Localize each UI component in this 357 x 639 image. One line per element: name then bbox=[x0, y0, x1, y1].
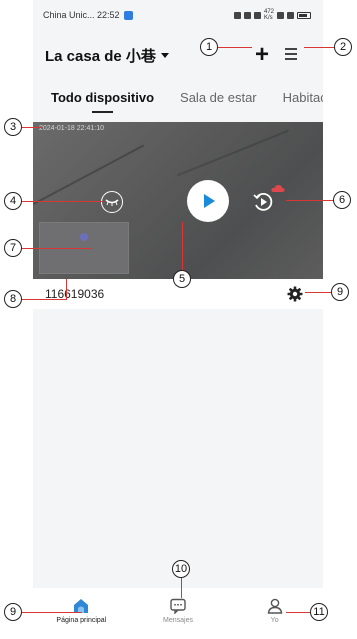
callout-line bbox=[22, 201, 103, 202]
menu-icon-bar bbox=[285, 58, 297, 60]
callout-3: 3 bbox=[4, 118, 22, 136]
callout-11: 11 bbox=[310, 603, 328, 621]
carrier-time: China Unic... 22:52 bbox=[43, 10, 120, 20]
callout-line bbox=[286, 612, 310, 613]
replay-icon bbox=[253, 192, 273, 211]
tab-bedroom[interactable]: Habitac bbox=[283, 90, 323, 105]
cover-dot bbox=[80, 233, 88, 241]
play-icon bbox=[204, 194, 215, 208]
nav-home[interactable]: Página principal bbox=[41, 598, 121, 624]
home-selector[interactable]: La casa de 小巷 bbox=[45, 45, 169, 66]
cloud-storage-icon[interactable] bbox=[271, 184, 285, 193]
nav-me[interactable]: Yo bbox=[235, 598, 315, 624]
tab-living-room[interactable]: Sala de estar bbox=[180, 90, 257, 105]
wifi-icon bbox=[277, 11, 284, 19]
nav-messages[interactable]: Mensajes bbox=[138, 598, 218, 624]
callout-2: 2 bbox=[334, 38, 352, 56]
bottom-navigation: Página principal Mensajes Yo bbox=[33, 588, 323, 639]
callout-6: 6 bbox=[333, 191, 351, 209]
callout-line bbox=[181, 578, 182, 598]
callout-line bbox=[22, 299, 67, 300]
callout-line bbox=[218, 47, 252, 48]
video-timestamp: 2024-01-18 22:41:10 bbox=[39, 125, 104, 132]
sleep-mode-button[interactable] bbox=[101, 191, 123, 213]
menu-icon-bar bbox=[285, 53, 297, 55]
nav-home-label: Página principal bbox=[56, 617, 107, 624]
menu-icon-bar bbox=[285, 48, 297, 50]
callout-10: 10 bbox=[172, 560, 190, 578]
user-icon bbox=[267, 598, 282, 614]
callout-line bbox=[286, 200, 333, 201]
callout-line bbox=[304, 47, 334, 48]
tab-all-devices[interactable]: Todo dispositivo bbox=[51, 90, 154, 113]
network-speed: 472 K/s bbox=[264, 9, 275, 21]
bluetooth-icon bbox=[244, 11, 251, 19]
callout-line bbox=[182, 222, 183, 270]
caret-down-icon bbox=[160, 52, 169, 58]
settings-icon[interactable] bbox=[287, 286, 303, 302]
home-name: La casa de 小巷 bbox=[45, 47, 156, 65]
notification-icon bbox=[123, 10, 133, 20]
callout-line bbox=[66, 279, 67, 299]
nav-messages-label: Mensajes bbox=[163, 617, 193, 624]
room-tabs: Todo dispositivo Sala de estar Habitac bbox=[33, 82, 323, 113]
callout-9-nav: 9 bbox=[4, 603, 22, 621]
playback-button[interactable] bbox=[251, 190, 275, 214]
play-button[interactable] bbox=[187, 180, 229, 222]
alarm-icon bbox=[254, 11, 261, 19]
callout-8: 8 bbox=[4, 290, 22, 308]
nav-me-label: Yo bbox=[270, 617, 279, 624]
closed-eye-icon bbox=[105, 199, 119, 206]
callout-1: 1 bbox=[200, 38, 218, 56]
message-icon bbox=[170, 598, 186, 614]
app-header: La casa de 小巷 + bbox=[33, 30, 323, 80]
callout-line bbox=[22, 248, 92, 249]
status-bar: China Unic... 22:52 472 K/s bbox=[33, 0, 323, 30]
nfc-icon bbox=[234, 11, 241, 19]
callout-7: 7 bbox=[4, 239, 22, 257]
add-device-button[interactable]: + bbox=[249, 42, 275, 68]
phone-screen: China Unic... 22:52 472 K/s La casa de 小… bbox=[33, 0, 323, 639]
callout-4: 4 bbox=[4, 192, 22, 210]
callout-line bbox=[22, 612, 82, 613]
battery-icon bbox=[297, 11, 311, 19]
callout-9: 9 bbox=[331, 283, 349, 301]
callout-line bbox=[22, 127, 42, 128]
signal-icon bbox=[287, 11, 294, 19]
menu-button[interactable] bbox=[285, 45, 303, 63]
callout-line bbox=[305, 292, 331, 293]
callout-5: 5 bbox=[173, 270, 191, 288]
